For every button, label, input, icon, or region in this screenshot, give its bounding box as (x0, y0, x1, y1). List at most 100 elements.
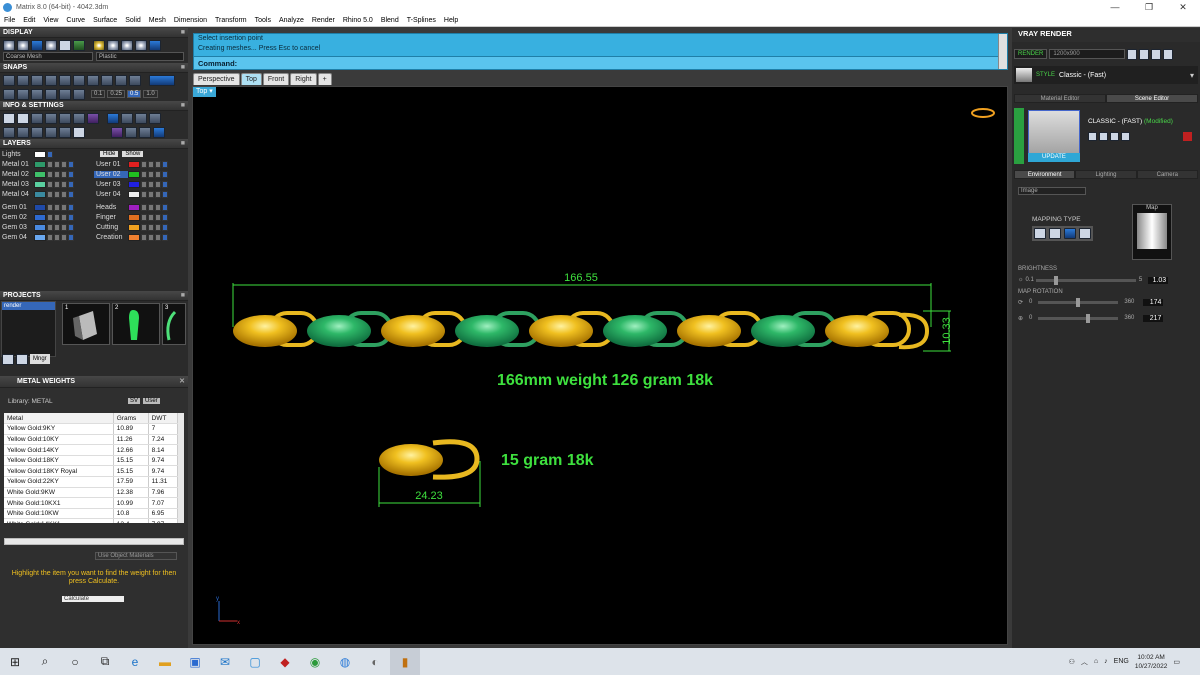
table-row[interactable]: White Gold:9KW 12.38 7.96 (4, 487, 179, 499)
layer-select-icon[interactable] (68, 160, 74, 168)
layer-current-icon[interactable] (155, 233, 161, 241)
render-button[interactable]: RENDER (1014, 49, 1048, 59)
layer-color-swatch[interactable] (128, 223, 140, 231)
app-gray-icon[interactable]: ◐ (360, 648, 390, 675)
command-prompt[interactable]: Command: (194, 56, 999, 69)
close-icon[interactable]: ✕ (1166, 0, 1200, 14)
ortho-toggle-icon[interactable] (149, 74, 175, 86)
layer-lock-icon[interactable] (141, 203, 147, 211)
network-icon[interactable]: ⌂ (1094, 658, 1098, 665)
layer-visible-icon[interactable] (148, 203, 154, 211)
layer-color-swatch[interactable] (34, 190, 46, 198)
file-explorer-icon[interactable]: ▬ (150, 648, 180, 675)
viewport-top[interactable]: 166.55 10.33 166mm weight 126 gram 18k 2… (192, 86, 1008, 645)
tab-perspective[interactable]: Perspective (193, 73, 240, 85)
project-snap-icon[interactable] (45, 88, 57, 100)
layer-current-icon[interactable] (155, 160, 161, 168)
knot-snap-icon[interactable] (129, 74, 141, 86)
project-thumb-1[interactable]: 1 (62, 303, 110, 345)
layer-current-icon[interactable] (155, 223, 161, 231)
layer-row[interactable]: Gem 01 (0, 202, 94, 212)
layer-visible-icon[interactable] (54, 203, 60, 211)
table-row[interactable]: Yellow Gold:14KY 12.66 8.14 (4, 444, 179, 456)
menu-analyze[interactable]: Analyze (275, 17, 308, 24)
layer-select-icon[interactable] (68, 223, 74, 231)
line-snap-icon[interactable] (31, 88, 43, 100)
layer-lock-icon[interactable] (47, 160, 53, 168)
layer-color-swatch[interactable] (34, 160, 46, 168)
planar-snap-icon[interactable] (17, 88, 29, 100)
clock[interactable]: 10:02 AM 10/27/2022 (1135, 653, 1168, 671)
plugin-icon[interactable] (87, 112, 99, 124)
sparkle-icon[interactable] (139, 126, 151, 138)
app-red-icon[interactable]: ◆ (270, 648, 300, 675)
layer-visible-icon[interactable] (54, 180, 60, 188)
snap-val-2[interactable]: 0.5 (127, 90, 142, 98)
xray-icon[interactable] (59, 39, 71, 51)
tools-icon[interactable] (73, 126, 85, 138)
snap-val-0[interactable]: 0.1 (91, 90, 106, 98)
layer-lock-icon[interactable] (47, 180, 53, 188)
layer-current-icon[interactable] (155, 180, 161, 188)
lights-toggle[interactable] (47, 150, 53, 158)
layer-select-icon[interactable] (162, 170, 168, 178)
layer-visible-icon[interactable] (54, 223, 60, 231)
layer-current-icon[interactable] (155, 190, 161, 198)
layer-current-icon[interactable] (61, 223, 67, 231)
search-icon[interactable]: ⌕ (30, 648, 60, 675)
settings-small-icon[interactable] (1163, 48, 1174, 60)
snap-val-1[interactable]: 0.25 (107, 90, 126, 98)
layer-lock-icon[interactable] (141, 170, 147, 178)
layer-lock-icon[interactable] (47, 233, 53, 241)
layer-current-icon[interactable] (61, 170, 67, 178)
table-horizontal-scrollbar[interactable] (4, 538, 184, 545)
layer-visible-icon[interactable] (54, 233, 60, 241)
layer-row[interactable]: Creation (94, 232, 188, 242)
render-settings-icon[interactable] (111, 126, 123, 138)
layer-current-icon[interactable] (155, 203, 161, 211)
project-thumb-2[interactable]: 2 (112, 303, 160, 345)
edit-icon[interactable] (73, 112, 85, 124)
layer-row[interactable]: Metal 04 (0, 189, 94, 199)
gumball-icon[interactable] (73, 88, 85, 100)
table-scrollbar[interactable] (178, 413, 184, 523)
layer-current-icon[interactable] (61, 160, 67, 168)
notification-icon[interactable]: ▭ (1173, 658, 1180, 666)
center-snap-icon[interactable] (59, 74, 71, 86)
open-material-icon[interactable] (1099, 132, 1108, 141)
tab-front[interactable]: Front (262, 73, 290, 85)
table-row[interactable]: White Gold:14KX112.47.97 (4, 518, 179, 523)
render-size-field[interactable]: 1200x900 (1049, 49, 1126, 59)
mapping-spherical-icon[interactable] (1064, 228, 1076, 239)
hide-button[interactable]: Hide (100, 151, 119, 157)
layer-visible-icon[interactable] (148, 180, 154, 188)
windows-start-icon[interactable]: ⊞ (0, 648, 30, 675)
doc-icon[interactable] (31, 126, 43, 138)
layer-visible-icon[interactable] (54, 170, 60, 178)
grid-snap-icon[interactable] (3, 88, 15, 100)
notes-icon[interactable] (59, 112, 71, 124)
remove-material-icon[interactable] (1121, 132, 1130, 141)
environment-combo[interactable]: Image (1018, 187, 1086, 195)
layer-visible-icon[interactable] (148, 233, 154, 241)
menu-view[interactable]: View (39, 17, 62, 24)
tab-right[interactable]: Right (290, 73, 317, 85)
maximize-icon[interactable]: ❐ (1132, 0, 1166, 14)
tab-material-editor[interactable]: Material Editor (1014, 94, 1106, 103)
menu-dimension[interactable]: Dimension (170, 17, 211, 24)
layer-current-icon[interactable] (61, 213, 67, 221)
layer-lock-icon[interactable] (47, 223, 53, 231)
scale-icon[interactable] (149, 112, 161, 124)
update-button[interactable]: UPDATE (1028, 153, 1080, 162)
volume-icon[interactable]: ♪ (1104, 658, 1108, 665)
mapping-plane-icon[interactable] (1034, 228, 1046, 239)
layer-visible-icon[interactable] (148, 170, 154, 178)
tab-environment[interactable]: Environment (1014, 170, 1076, 179)
menu-edit[interactable]: Edit (19, 17, 39, 24)
layer-color-swatch[interactable] (128, 180, 140, 188)
map-preview[interactable] (1137, 213, 1167, 249)
layer-visible-icon[interactable] (54, 190, 60, 198)
viewport-label[interactable]: Top ▾ (193, 87, 216, 97)
layer-select-icon[interactable] (68, 170, 74, 178)
layer-lock-icon[interactable] (141, 160, 147, 168)
